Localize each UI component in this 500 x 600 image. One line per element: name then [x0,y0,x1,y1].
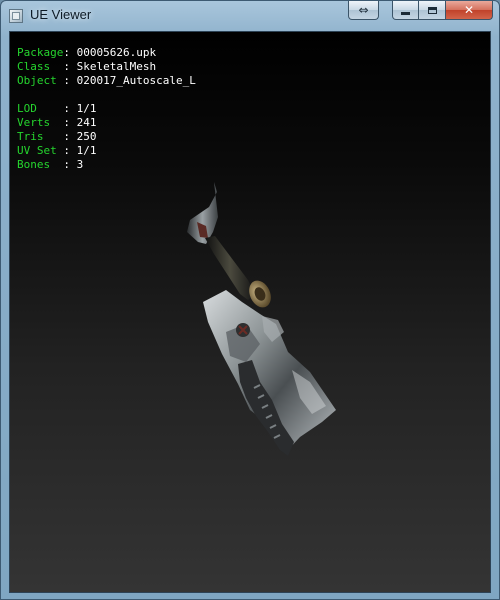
weapon-mesh [187,182,336,456]
mesh-info-overlay: Package: 00005626.upk Class : SkeletalMe… [17,46,196,172]
maximize-button[interactable] [419,1,446,20]
info-row-package: Package: 00005626.upk [17,46,157,59]
info-row-tris: Tris : 250 [17,130,97,143]
info-row-class: Class : SkeletalMesh [17,60,157,73]
window-title: UE Viewer [30,7,92,22]
close-icon: ✕ [463,3,475,17]
info-row-uv-set: UV Set : 1/1 [17,144,97,157]
info-row-lod: LOD : 1/1 [17,102,97,115]
info-row-verts: Verts : 241 [17,116,97,129]
title-bar[interactable]: UE Viewer ⇔ ✕ [1,1,499,31]
maximize-icon [427,6,437,14]
swap-icon: ⇔ [358,3,369,17]
3d-viewport[interactable]: Package: 00005626.upk Class : SkeletalMe… [9,31,491,593]
info-row-object: Object : 020017_Autoscale_L [17,74,196,87]
minimize-icon [401,11,410,15]
ue-viewer-window: UE Viewer ⇔ ✕ Package: 00005626.upk Clas… [0,0,500,600]
close-button[interactable]: ✕ [446,1,493,20]
app-icon [9,9,23,23]
minimize-button[interactable] [392,1,419,20]
info-row-bones: Bones : 3 [17,158,84,171]
swap-button[interactable]: ⇔ [348,1,379,20]
